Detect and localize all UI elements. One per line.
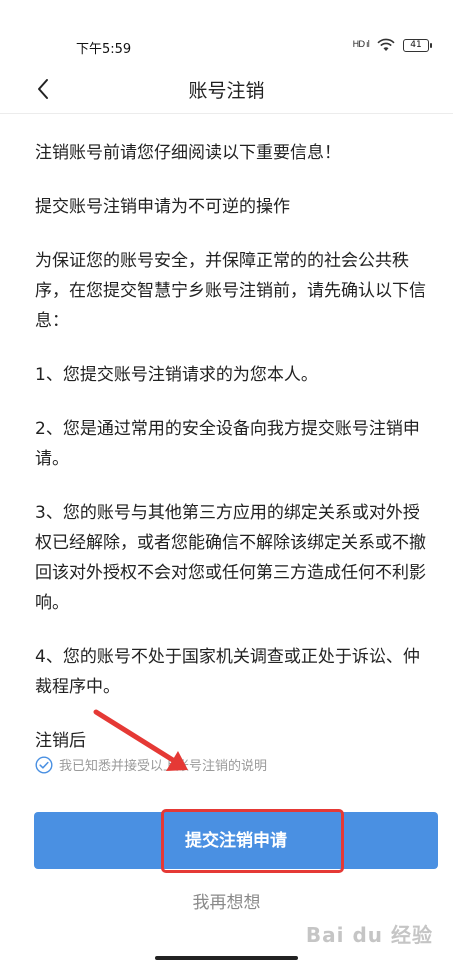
status-time: 下午5:59 [76, 42, 132, 57]
notice-paragraph: 注销后 [35, 731, 86, 751]
nav-bar: 账号注销 [0, 64, 453, 114]
notice-paragraph: 2、您是通过常用的安全设备向我方提交账号注销申请。 [35, 419, 420, 469]
submit-deactivation-button[interactable]: 提交注销申请 [34, 812, 438, 869]
signal-icon: HD ıl [352, 40, 370, 50]
notice-paragraph: 1、您提交账号注销请求的为您本人。 [35, 365, 318, 385]
notice-paragraph: 提交账号注销申请为不可逆的操作 [35, 197, 290, 217]
agreement-checkbox[interactable]: 我已知悉并接受以上账号注销的说明 [35, 755, 267, 774]
notice-paragraph: 3、您的账号与其他第三方应用的绑定关系或对外授权已经解除，或者您能确信不解除该绑… [35, 503, 426, 613]
submit-button-label: 提交注销申请 [185, 831, 287, 850]
reconsider-button[interactable]: 我再想想 [0, 888, 453, 913]
notice-content: 注销账号前请您仔细阅读以下重要信息！ 提交账号注销申请为不可逆的操作 为保证您的… [35, 138, 430, 780]
watermark-logo: Bai du 经验 [305, 923, 433, 947]
screen: 下午5:59 HD ıl 41 账号注销 注销账号前请您仔细阅读以下重要信息！ … [0, 0, 453, 970]
notice-paragraph: 注销账号前请您仔细阅读以下重要信息！ [35, 143, 341, 163]
check-circle-icon [35, 755, 53, 774]
status-bar: 下午5:59 HD ıl 41 [0, 0, 453, 64]
status-icons: HD ıl 41 [352, 38, 432, 52]
wifi-icon [377, 38, 395, 51]
agreement-text: 我已知悉并接受以上账号注销的说明 [59, 759, 268, 774]
battery-icon: 41 [403, 38, 432, 52]
page-title: 账号注销 [188, 80, 265, 102]
notice-paragraph: 为保证您的账号安全，并保障正常的的社会公共秩序，在您提交智慧宁乡账号注销前，请先… [35, 251, 426, 331]
home-indicator [155, 956, 298, 960]
notice-paragraph: 4、您的账号不处于国家机关调查或正处于诉讼、仲裁程序中。 [35, 647, 420, 697]
